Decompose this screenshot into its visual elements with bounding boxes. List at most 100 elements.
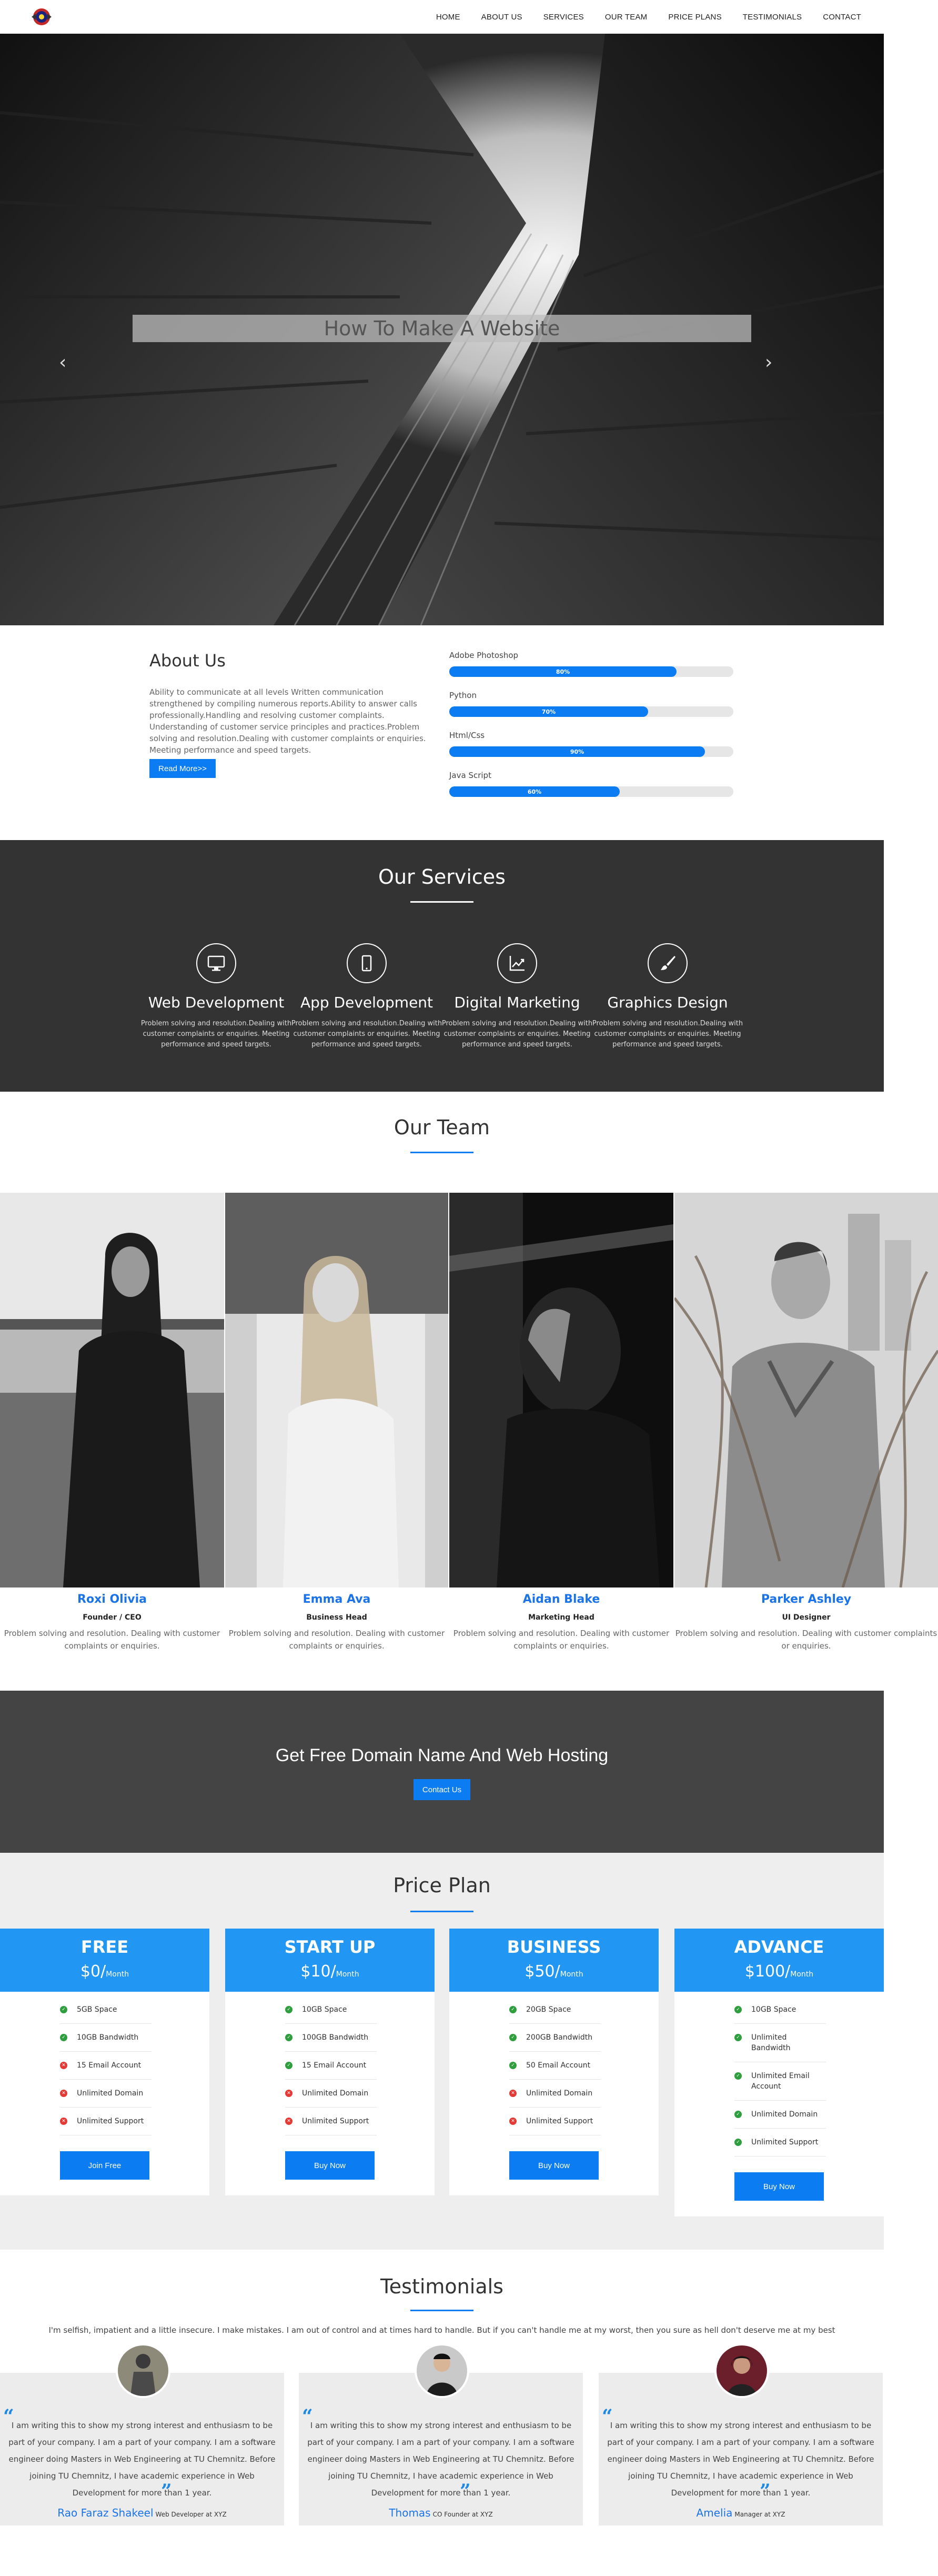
author-name: Amelia [696,2507,733,2519]
cross-icon: ✕ [60,2118,67,2125]
check-icon: ✓ [509,2062,517,2069]
plan-name: ADVANCE [734,1937,824,1957]
feature-item: ✓ Unlimited Email Account [734,2062,826,2101]
logo-emblem[interactable] [29,6,54,27]
nav-testimonials[interactable]: TESTIMONIALS [732,13,812,22]
plan-price: $50/Month [525,1962,583,1981]
feature-item: ✕ 15 Email Account [60,2052,152,2080]
author-role: Manager at XYZ [734,2511,785,2518]
team-member: Aidan Blake Marketing Head Problem solvi… [449,1593,673,1652]
nav-our-team[interactable]: OUR TEAM [594,13,658,22]
cross-icon: ✕ [60,2090,67,2097]
member-name: Parker Ashley [761,1593,852,1606]
title-underline [410,901,473,903]
team-photo [0,1193,224,1587]
plan-name: START UP [284,1937,376,1957]
check-icon: ✓ [60,2006,67,2013]
chart-line-icon [497,943,537,983]
nav-home[interactable]: HOME [426,13,471,22]
price-card-startup: START UP $10/Month ✓ 10GB Space ✓ 100GB Ba… [225,1929,435,2195]
price-title: Price Plan [393,1874,491,1897]
avatar [714,2343,769,2398]
services-section: Our Services Web Development Problem sol… [0,840,884,1092]
paint-brush-icon [648,943,688,983]
desktop-icon [196,943,236,983]
feature-item: ✕ Unlimited Domain [285,2080,377,2108]
feature-item: ✓ 20GB Space [509,1996,601,2024]
price-section: Price Plan FREE $0/Month ✓ 5GB Space ✓ 10G… [0,1853,884,2250]
member-name: Roxi Olivia [77,1593,147,1606]
feature-item: ✓ Unlimited Bandwidth [734,2024,826,2062]
testimonial-card: “ I am writing this to show my strong in… [299,2343,583,2525]
check-icon: ✓ [734,2034,742,2041]
team-title: Our Team [394,1116,490,1139]
testimonial-text: I am writing this to show my strong inte… [607,2421,874,2498]
check-icon: ✓ [734,2111,742,2118]
service-text: Problem solving and resolution.Dealing w… [592,1020,743,1049]
check-icon: ✓ [509,2034,517,2041]
buy-now-button[interactable]: Buy Now [285,2151,375,2180]
progress-bar: 60% [449,786,733,797]
nav-price-plans[interactable]: PRICE PLANS [658,13,732,22]
feature-item: ✕ Unlimited Support [285,2108,377,2135]
feature-item: ✕ Unlimited Support [509,2108,601,2135]
nav-contact[interactable]: CONTACT [812,13,872,22]
feature-list: ✓ 20GB Space ✓ 200GB Bandwidth ✓ 50 Email A… [449,1992,659,2135]
check-icon: ✓ [734,2139,742,2146]
member-role: Marketing Head [528,1613,594,1622]
feature-item: ✓ 5GB Space [60,1996,152,2024]
member-desc: Problem solving and resolution. Dealing … [675,1629,937,1651]
progress-fill: 70% [449,706,648,717]
carousel-next-icon[interactable]: › [765,352,772,373]
feature-list: ✓ 10GB Space ✓ Unlimited Bandwidth ✓ Unlimi… [674,1992,884,2156]
feature-item: ✓ 100GB Bandwidth [285,2024,377,2052]
feature-list: ✓ 5GB Space ✓ 10GB Bandwidth ✕ 15 Email Acc… [0,1992,209,2135]
buy-now-button[interactable]: Buy Now [509,2151,599,2180]
avatar [415,2343,469,2398]
feature-item: ✓ Unlimited Support [734,2129,826,2156]
service-card: Web Development Problem solving and reso… [140,943,293,1050]
tablet-icon [347,943,387,983]
title-underline [410,1911,473,1912]
feature-item: ✓ 10GB Space [734,1996,826,2024]
plan-price: $10/Month [300,1962,359,1981]
cta-banner: Get Free Domain Name And Web Hosting Con… [0,1691,884,1853]
feature-item: ✓ Unlimited Domain [734,2101,826,2129]
skill-item: Adobe Photoshop 80% [449,651,733,677]
feature-item: ✕ Unlimited Support [60,2108,152,2135]
plan-header: START UP $10/Month [225,1929,435,1992]
about-text: Ability to communicate at all levels Wri… [149,687,426,755]
nav-about-us[interactable]: ABOUT US [471,13,533,22]
navbar: HOME ABOUT US SERVICES OUR TEAM PRICE PL… [0,0,938,34]
cross-icon: ✕ [285,2118,293,2125]
carousel-prev-icon[interactable]: ‹ [59,352,66,373]
contact-us-button[interactable]: Contact Us [413,1779,470,1800]
buy-now-button[interactable]: Buy Now [734,2172,824,2201]
testimonial-author: Amelia Manager at XYZ [599,2507,883,2519]
plan-header: BUSINESS $50/Month [449,1929,659,1992]
team-photo [674,1193,938,1587]
service-text: Problem solving and resolution.Dealing w… [291,1020,442,1049]
check-icon: ✓ [734,2072,742,2080]
read-more-button[interactable]: Read More>> [149,759,216,778]
member-role: Business Head [306,1613,367,1622]
check-icon: ✓ [60,2034,67,2041]
service-card: Graphics Design Problem solving and reso… [591,943,744,1050]
cross-icon: ✕ [509,2090,517,2097]
feature-item: ✕ Unlimited Domain [60,2080,152,2108]
skills-list: Adobe Photoshop 80% Python 70% Html/Css … [449,651,733,811]
join-free-button[interactable]: Join Free [60,2151,149,2180]
plan-price: $0/Month [80,1962,129,1981]
skill-item: Java Script 60% [449,771,733,797]
quote-close-icon: ” [460,2480,471,2502]
plan-header: FREE $0/Month [0,1929,209,1992]
quote-close-icon: ” [161,2480,172,2502]
nav-menu: HOME ABOUT US SERVICES OUR TEAM PRICE PL… [426,0,872,34]
feature-item: ✓ 10GB Bandwidth [60,2024,152,2052]
nav-services[interactable]: SERVICES [533,13,594,22]
plan-header: ADVANCE $100/Month [674,1929,884,1992]
check-icon: ✓ [285,2062,293,2069]
service-title: Digital Marketing [454,994,580,1011]
progress-bar: 80% [449,666,733,677]
price-card-advance: ADVANCE $100/Month ✓ 10GB Space ✓ Unlimite… [674,1929,884,2216]
